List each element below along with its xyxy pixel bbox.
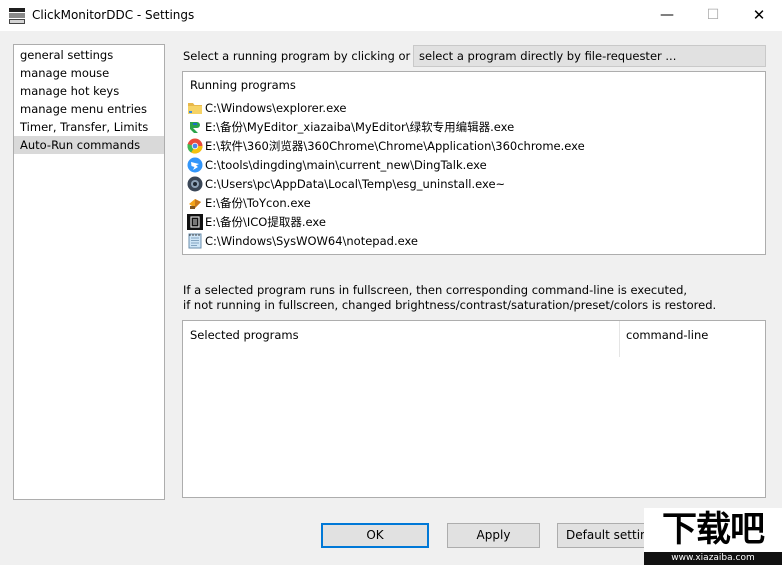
watermark-url: www.xiazaiba.com [644,552,782,565]
window-title: ClickMonitorDDC - Settings [32,8,195,22]
list-item[interactable]: C:\Windows\explorer.exe [187,98,346,117]
nav-item-manage-mouse[interactable]: manage mouse [14,64,164,82]
list-item[interactable]: E:\备份\MyEditor_xiazaiba\MyEditor\绿软专用编辑器… [187,117,514,136]
myeditor-icon [187,118,203,135]
program-path: C:\Windows\explorer.exe [205,100,347,115]
column-header-selected-programs[interactable]: Selected programs [190,328,299,342]
toycon-icon [189,198,201,209]
title-bar: ClickMonitorDDC - Settings — ☐ ✕ [0,0,782,31]
program-path: C:\Windows\SysWOW64\notepad.exe [205,233,418,248]
settings-nav-list[interactable]: general settings manage mouse manage hot… [13,44,165,500]
app-icon [9,8,25,24]
minimize-button[interactable]: — [644,0,690,31]
list-item[interactable]: C:\Users\pc\AppData\Local\Temp\esg_unins… [187,174,505,193]
close-button[interactable]: ✕ [736,0,782,31]
list-item[interactable]: E:\备份\ICO提取器.exe [187,212,326,231]
program-path: C:\Users\pc\AppData\Local\Temp\esg_unins… [205,176,506,191]
select-program-label: Select a running program by clicking or [183,49,411,63]
selected-programs-list[interactable]: Selected programs command-line [182,320,766,498]
nav-item-timer-transfer-limits[interactable]: Timer, Transfer, Limits [14,118,164,136]
ok-button[interactable]: OK [321,523,429,548]
info-text-line2: if not running in fullscreen, changed br… [183,298,717,312]
nav-item-manage-menu-entries[interactable]: manage menu entries [14,100,164,118]
maximize-button[interactable]: ☐ [690,0,736,31]
column-separator[interactable] [619,321,620,357]
chrome-360-icon [187,138,203,154]
list-item[interactable]: C:\Windows\SysWOW64\notepad.exe [187,231,418,250]
running-programs-header: Running programs [190,78,296,92]
info-text-line1: If a selected program runs in fullscreen… [183,283,688,297]
program-path: E:\备份\MyEditor_xiazaiba\MyEditor\绿软专用编辑器… [205,119,515,134]
program-path: E:\备份\ToYcon.exe [205,195,311,210]
notepad-icon [188,233,202,248]
dingtalk-icon [187,157,203,172]
column-header-command-line[interactable]: command-line [626,328,708,342]
nav-item-auto-run-commands[interactable]: Auto-Run commands [14,136,164,154]
nav-item-manage-hot-keys[interactable]: manage hot keys [14,82,164,100]
file-requester-button[interactable]: select a program directly by file-reques… [413,45,766,67]
program-path: C:\tools\dingding\main\current_new\DingT… [205,157,487,172]
watermark-text: 下载吧 [644,508,782,552]
folder-icon [188,102,202,114]
uninstall-icon [187,176,203,191]
watermark-logo: 下载吧 www.xiazaiba.com [644,508,782,565]
program-path: E:\软件\360浏览器\360Chrome\Chrome\Applicatio… [205,138,585,153]
apply-button[interactable]: Apply [447,523,540,548]
list-item[interactable]: E:\备份\ToYcon.exe [187,193,311,212]
running-programs-list[interactable]: Running programs C:\Windows\explorer.exe… [182,71,766,255]
list-item[interactable]: E:\软件\360浏览器\360Chrome\Chrome\Applicatio… [187,136,585,155]
program-path: E:\备份\ICO提取器.exe [205,214,326,229]
list-item[interactable]: C:\tools\dingding\main\current_new\DingT… [187,155,487,174]
nav-item-general-settings[interactable]: general settings [14,46,164,64]
ico-extractor-icon [187,213,203,230]
